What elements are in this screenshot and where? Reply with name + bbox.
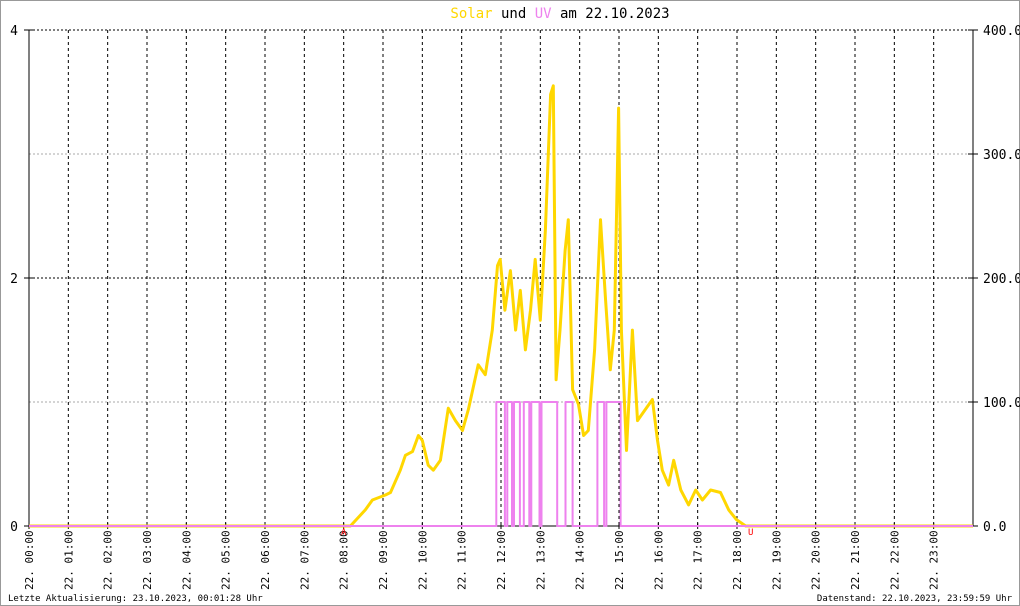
x-tick-label: 22. 10:00 — [416, 530, 429, 590]
x-tick-label: 22. 02:00 — [102, 530, 115, 590]
x-tick-label: 22. 00:00 — [23, 530, 36, 590]
x-tick-label: 22. 06:00 — [259, 530, 272, 590]
sun-marker-u: U — [748, 528, 753, 538]
x-tick-label: 22. 12:00 — [495, 530, 508, 590]
y-right-tick-label: 300.0 — [983, 148, 1020, 163]
x-tick-label: 22. 17:00 — [692, 530, 705, 590]
title-part: und — [493, 6, 535, 22]
y-right-tick-label: 200.0 — [983, 272, 1020, 287]
x-tick-label: 22. 21:00 — [849, 530, 862, 590]
footer-last-update: Letzte Aktualisierung: 23.10.2023, 00:01… — [8, 594, 263, 604]
chart-title: Solar und UV am 22.10.2023 — [450, 6, 669, 22]
x-tick-label: 22. 19:00 — [770, 530, 783, 590]
y-right-tick-label: 100.0 — [983, 396, 1020, 411]
chart-container: Solar und UV am 22.10.2023 22. 00:00 22. 0… — [0, 0, 1020, 606]
y-right-tick-label: 0.0 — [983, 520, 1006, 535]
x-tick-label: 22. 15:00 — [613, 530, 626, 590]
title-part: Solar — [450, 6, 492, 22]
title-part: am 22.10.2023 — [552, 6, 670, 22]
y-left-tick-label: 0 — [10, 520, 18, 535]
sun-marker-a: A — [341, 528, 347, 538]
y-left-tick-label: 4 — [10, 24, 18, 39]
chart-frame — [0, 0, 1020, 606]
x-tick-label: 22. 11:00 — [456, 530, 469, 590]
title-part: UV — [535, 6, 552, 22]
x-tick-label: 22. 05:00 — [220, 530, 233, 590]
x-tick-label: 22. 07:00 — [298, 530, 311, 590]
x-tick-label: 22. 18:00 — [731, 530, 744, 590]
x-tick-label: 22. 14:00 — [574, 530, 587, 590]
x-tick-label: 22. 20:00 — [810, 530, 823, 590]
x-tick-label: 22. 16:00 — [652, 530, 665, 590]
x-tick-label: 22. 23:00 — [928, 530, 941, 590]
x-tick-label: 22. 09:00 — [377, 530, 390, 590]
y-right-tick-label: 400.0 — [983, 24, 1020, 39]
x-tick-label: 22. 08:00 — [338, 530, 351, 590]
y-left-tick-label: 2 — [10, 272, 18, 287]
x-tick-label: 22. 04:00 — [180, 530, 193, 590]
x-tick-label: 22. 03:00 — [141, 530, 154, 590]
footer-data-status: Datenstand: 22.10.2023, 23:59:59 Uhr — [817, 594, 1013, 604]
x-tick-label: 22. 22:00 — [888, 530, 901, 590]
x-tick-label: 22. 01:00 — [62, 530, 75, 590]
solar-uv-chart: Solar und UV am 22.10.2023 22. 00:00 22. 0… — [0, 0, 1020, 606]
x-tick-label: 22. 13:00 — [534, 530, 547, 590]
